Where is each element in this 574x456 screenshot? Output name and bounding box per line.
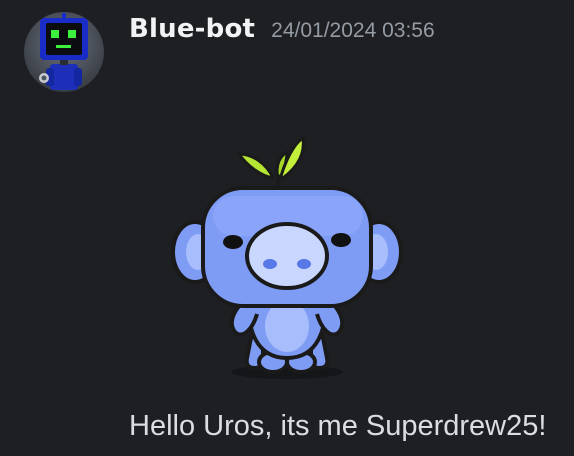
message-timestamp[interactable]: 24/01/2024 03:56 — [271, 19, 435, 43]
message-sticker[interactable] — [165, 130, 410, 385]
chat-message: Blue-bot 24/01/2024 03:56 Hello Uros, it… — [0, 0, 574, 456]
author-username[interactable]: Blue-bot — [129, 14, 255, 44]
robot-avatar-icon — [24, 12, 104, 92]
wumpus-sticker-icon — [171, 136, 403, 379]
message-header: Blue-bot 24/01/2024 03:56 — [129, 14, 435, 56]
author-avatar[interactable] — [24, 12, 104, 92]
message-content: Hello Uros, its me Superdrew25! — [129, 410, 547, 442]
